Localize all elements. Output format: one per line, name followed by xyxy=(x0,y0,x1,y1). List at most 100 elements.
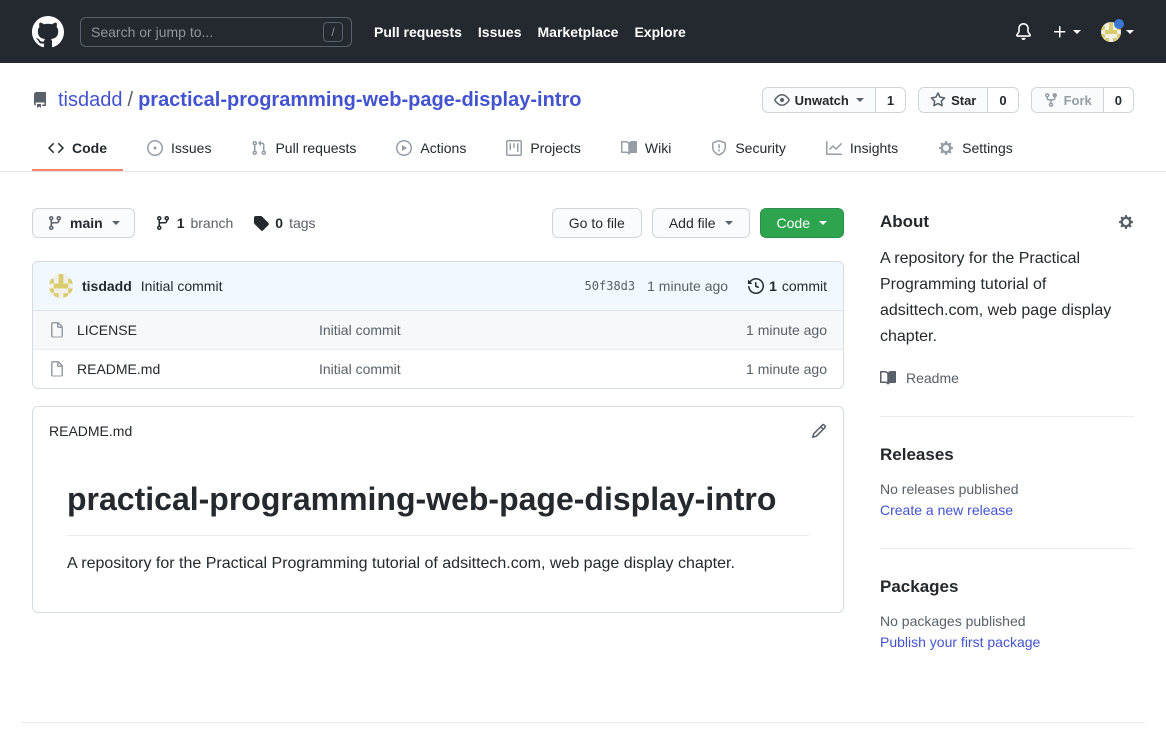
file-row-license[interactable]: LICENSE Initial commit 1 minute ago xyxy=(33,311,843,349)
branches-link[interactable]: 1 branch xyxy=(155,215,234,231)
header-right xyxy=(1015,22,1134,42)
branch-selector[interactable]: main xyxy=(32,208,135,238)
repo-name-link[interactable]: practical-programming-web-page-display-i… xyxy=(138,89,581,111)
nav-issues[interactable]: Issues xyxy=(478,24,522,40)
gear-icon[interactable] xyxy=(1118,214,1134,230)
git-branch-icon xyxy=(47,215,63,231)
play-icon xyxy=(396,140,412,156)
chevron-down-icon xyxy=(1073,30,1081,34)
file-icon xyxy=(49,361,65,377)
watchers-count[interactable]: 1 xyxy=(876,87,906,113)
readme-content: practical-programming-web-page-display-i… xyxy=(33,455,843,612)
tab-projects[interactable]: Projects xyxy=(490,127,597,171)
file-row-readme[interactable]: README.md Initial commit 1 minute ago xyxy=(33,349,843,388)
star-button[interactable]: Star xyxy=(918,87,988,113)
file-age: 1 minute ago xyxy=(746,322,827,338)
commits-count-label: commit xyxy=(782,278,827,294)
releases-empty-text: No releases published xyxy=(880,481,1134,497)
about-section: About A repository for the Practical Pro… xyxy=(880,208,1134,417)
repo-actions: Unwatch 1 Star 0 Fork 0 xyxy=(762,87,1134,113)
github-logo[interactable] xyxy=(32,16,64,48)
forks-count[interactable]: 0 xyxy=(1104,87,1134,113)
commit-author-link[interactable]: tisdadd xyxy=(82,278,132,294)
tab-pull-requests[interactable]: Pull requests xyxy=(235,127,372,171)
tab-label: Actions xyxy=(420,140,466,156)
notifications-button[interactable] xyxy=(1015,23,1032,40)
tab-security[interactable]: Security xyxy=(695,127,802,171)
breadcrumb-separator: / xyxy=(128,89,134,111)
commit-time: 1 minute ago xyxy=(647,278,728,294)
readme-filename: README.md xyxy=(49,423,132,439)
chevron-down-icon xyxy=(1126,30,1134,34)
star-icon xyxy=(930,92,946,108)
file-name-link[interactable]: README.md xyxy=(77,361,319,377)
tag-icon xyxy=(253,215,269,231)
eye-icon xyxy=(774,92,790,108)
about-description: A repository for the Practical Programmi… xyxy=(880,246,1134,350)
fork-button[interactable]: Fork xyxy=(1031,87,1104,113)
unwatch-button[interactable]: Unwatch xyxy=(762,87,876,113)
packages-heading: Packages xyxy=(880,577,1134,597)
tab-label: Issues xyxy=(171,140,211,156)
tab-code[interactable]: Code xyxy=(32,127,123,171)
readme-anchor-link[interactable]: Readme xyxy=(880,370,1134,386)
user-menu[interactable] xyxy=(1101,22,1134,42)
repo-owner-link[interactable]: tisdadd xyxy=(58,89,123,111)
watch-button-group: Unwatch 1 xyxy=(762,87,906,113)
tab-issues[interactable]: Issues xyxy=(131,127,227,171)
search-box[interactable]: / xyxy=(80,17,352,47)
commits-count: 1 xyxy=(769,278,777,294)
file-name-link[interactable]: LICENSE xyxy=(77,322,319,338)
create-new-menu[interactable] xyxy=(1052,24,1081,40)
graph-icon xyxy=(826,140,842,156)
search-input[interactable] xyxy=(89,23,315,41)
book-icon xyxy=(621,140,637,156)
stargazers-count[interactable]: 0 xyxy=(988,87,1018,113)
tab-label: Wiki xyxy=(645,140,671,156)
file-commit-message[interactable]: Initial commit xyxy=(319,322,746,338)
nav-pull-requests[interactable]: Pull requests xyxy=(374,24,462,40)
commit-history-link[interactable]: 1 commit xyxy=(748,278,827,294)
tab-label: Projects xyxy=(530,140,581,156)
commit-sha-link[interactable]: 50f38d3 xyxy=(585,279,636,293)
footer-divider xyxy=(21,722,1145,730)
tab-insights[interactable]: Insights xyxy=(810,127,914,171)
nav-marketplace[interactable]: Marketplace xyxy=(538,24,619,40)
tab-wiki[interactable]: Wiki xyxy=(605,127,687,171)
tags-link[interactable]: 0 tags xyxy=(253,215,315,231)
pencil-icon[interactable] xyxy=(811,423,827,439)
file-commit-message[interactable]: Initial commit xyxy=(319,361,746,377)
branches-label: branch xyxy=(190,215,233,231)
commit-author-avatar[interactable] xyxy=(49,274,73,298)
readme-title: practical-programming-web-page-display-i… xyxy=(67,479,809,536)
readme-link-label: Readme xyxy=(906,370,959,386)
fork-button-group: Fork 0 xyxy=(1031,87,1134,113)
tab-settings[interactable]: Settings xyxy=(922,127,1029,171)
unwatch-label: Unwatch xyxy=(795,93,849,108)
go-to-file-button[interactable]: Go to file xyxy=(552,208,642,238)
star-button-group: Star 0 xyxy=(918,87,1019,113)
status-dot xyxy=(1114,19,1124,29)
file-tree-box: tisdadd Initial commit 50f38d3 1 minute … xyxy=(32,261,844,389)
about-heading: About xyxy=(880,212,929,232)
tab-actions[interactable]: Actions xyxy=(380,127,482,171)
publish-package-link[interactable]: Publish your first package xyxy=(880,634,1040,650)
latest-commit-bar: tisdadd Initial commit 50f38d3 1 minute … xyxy=(33,262,843,311)
create-release-link[interactable]: Create a new release xyxy=(880,502,1013,518)
add-file-button[interactable]: Add file xyxy=(652,208,750,238)
commit-meta: 50f38d3 1 minute ago 1 commit xyxy=(585,278,827,294)
add-file-label: Add file xyxy=(669,215,716,231)
code-button-label: Code xyxy=(777,215,810,231)
repo-icon xyxy=(32,92,48,108)
tab-label: Pull requests xyxy=(275,140,356,156)
commit-message-link[interactable]: Initial commit xyxy=(141,278,223,294)
nav-explore[interactable]: Explore xyxy=(634,24,685,40)
repo-title: tisdadd/practical-programming-web-page-d… xyxy=(58,89,581,112)
packages-empty-text: No packages published xyxy=(880,613,1134,629)
toolbar-right: Go to file Add file Code xyxy=(552,208,844,238)
code-download-button[interactable]: Code xyxy=(760,208,844,238)
repo-header: tisdadd/practical-programming-web-page-d… xyxy=(0,63,1166,172)
fork-icon xyxy=(1043,92,1059,108)
tab-label: Code xyxy=(72,140,107,156)
chevron-down-icon xyxy=(725,221,733,225)
